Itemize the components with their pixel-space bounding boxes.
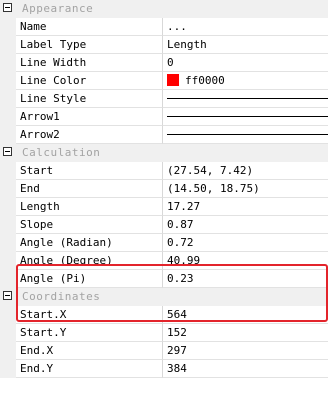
color-hex-value: ff0000 — [185, 74, 225, 87]
property-value[interactable]: 0.87 — [163, 216, 328, 234]
property-row-arrow1[interactable]: Arrow1 — [0, 108, 328, 126]
arrow-style-preview — [167, 134, 328, 135]
property-label: Line Width — [16, 54, 163, 72]
property-value[interactable]: (27.54, 7.42) — [163, 162, 328, 180]
property-label: Length — [16, 198, 163, 216]
property-label: Angle (Pi) — [16, 270, 163, 288]
property-row-line-color[interactable]: Line Color ff0000 — [0, 72, 328, 90]
property-row-slope[interactable]: Slope 0.87 — [0, 216, 328, 234]
property-grid: Appearance Name ... Label Type Length Li… — [0, 0, 328, 415]
property-value[interactable]: (14.50, 18.75) — [163, 180, 328, 198]
category-calculation[interactable]: Calculation — [0, 144, 328, 162]
property-label: End — [16, 180, 163, 198]
property-row-end-y[interactable]: End.Y 384 — [0, 360, 328, 378]
category-label: Appearance — [22, 2, 94, 15]
property-row-start[interactable]: Start (27.54, 7.42) — [0, 162, 328, 180]
property-row-end[interactable]: End (14.50, 18.75) — [0, 180, 328, 198]
category-coordinates[interactable]: Coordinates — [0, 288, 328, 306]
property-value[interactable]: ... — [163, 18, 328, 36]
line-style-preview — [167, 98, 328, 99]
property-row-start-y[interactable]: Start.Y 152 — [0, 324, 328, 342]
property-value[interactable]: 297 — [163, 342, 328, 360]
property-value[interactable]: 17.27 — [163, 198, 328, 216]
property-label: Label Type — [16, 36, 163, 54]
color-swatch — [167, 74, 179, 86]
property-value[interactable] — [163, 90, 328, 108]
property-value[interactable]: ff0000 — [163, 72, 328, 90]
property-label: Arrow1 — [16, 108, 163, 126]
property-row-angle-pi[interactable]: Angle (Pi) 0.23 — [0, 270, 328, 288]
property-row-arrow2[interactable]: Arrow2 — [0, 126, 328, 144]
property-label: Start.X — [16, 306, 163, 324]
property-label: End.Y — [16, 360, 163, 378]
collapse-minus-icon[interactable] — [3, 291, 12, 300]
property-value[interactable]: 0.23 — [163, 270, 328, 288]
property-label: End.X — [16, 342, 163, 360]
property-row-line-style[interactable]: Line Style — [0, 90, 328, 108]
property-row-name[interactable]: Name ... — [0, 18, 328, 36]
category-label: Coordinates — [22, 290, 101, 303]
property-row-end-x[interactable]: End.X 297 — [0, 342, 328, 360]
property-value[interactable]: 564 — [163, 306, 328, 324]
property-row-line-width[interactable]: Line Width 0 — [0, 54, 328, 72]
property-value[interactable]: 0 — [163, 54, 328, 72]
property-value[interactable]: 0.72 — [163, 234, 328, 252]
property-row-angle-degree[interactable]: Angle (Degree) 40.99 — [0, 252, 328, 270]
property-label: Start — [16, 162, 163, 180]
category-label: Calculation — [22, 146, 101, 159]
property-row-length[interactable]: Length 17.27 — [0, 198, 328, 216]
property-row-angle-radian[interactable]: Angle (Radian) 0.72 — [0, 234, 328, 252]
property-value[interactable] — [163, 108, 328, 126]
property-value[interactable]: 384 — [163, 360, 328, 378]
property-row-start-x[interactable]: Start.X 564 — [0, 306, 328, 324]
collapse-minus-icon[interactable] — [3, 3, 12, 12]
property-label: Line Color — [16, 72, 163, 90]
property-label: Start.Y — [16, 324, 163, 342]
property-label: Arrow2 — [16, 126, 163, 144]
property-value[interactable]: 40.99 — [163, 252, 328, 270]
property-value[interactable] — [163, 126, 328, 144]
arrow-style-preview — [167, 116, 328, 117]
property-label: Angle (Degree) — [16, 252, 163, 270]
property-row-label-type[interactable]: Label Type Length — [0, 36, 328, 54]
property-value[interactable]: Length — [163, 36, 328, 54]
property-label: Slope — [16, 216, 163, 234]
property-label: Angle (Radian) — [16, 234, 163, 252]
property-value[interactable]: 152 — [163, 324, 328, 342]
category-appearance[interactable]: Appearance — [0, 0, 328, 18]
collapse-minus-icon[interactable] — [3, 147, 12, 156]
property-label: Line Style — [16, 90, 163, 108]
property-label: Name — [16, 18, 163, 36]
